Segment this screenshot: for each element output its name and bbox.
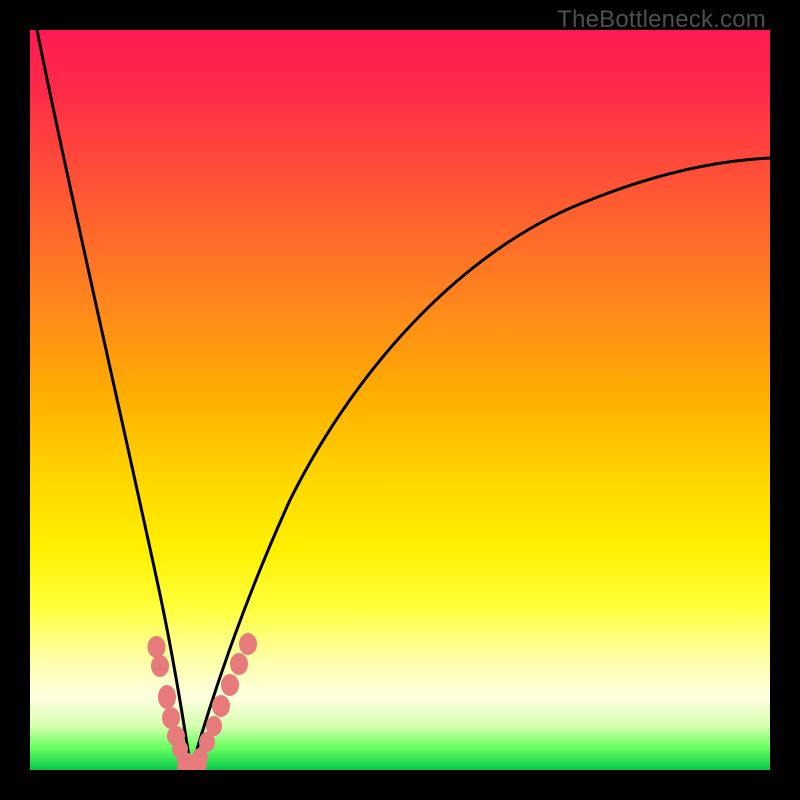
- marker-left-1: [148, 636, 166, 658]
- plot-area: [30, 30, 770, 770]
- marker-right-7: [239, 633, 257, 655]
- marker-layer: [148, 633, 258, 770]
- marker-right-6: [230, 653, 248, 675]
- right-curve-path: [191, 158, 770, 770]
- marker-right-5: [221, 674, 239, 696]
- curve-layer: [37, 30, 770, 770]
- marker-right-3: [206, 716, 222, 736]
- marker-left-4: [162, 707, 180, 729]
- chart-svg: [30, 30, 770, 770]
- marker-right-4: [212, 695, 230, 717]
- outer-frame: TheBottleneck.com: [0, 0, 800, 800]
- marker-left-3: [158, 685, 176, 709]
- watermark-text: TheBottleneck.com: [557, 6, 766, 34]
- left-curve-path: [37, 30, 191, 770]
- marker-left-2: [151, 655, 169, 677]
